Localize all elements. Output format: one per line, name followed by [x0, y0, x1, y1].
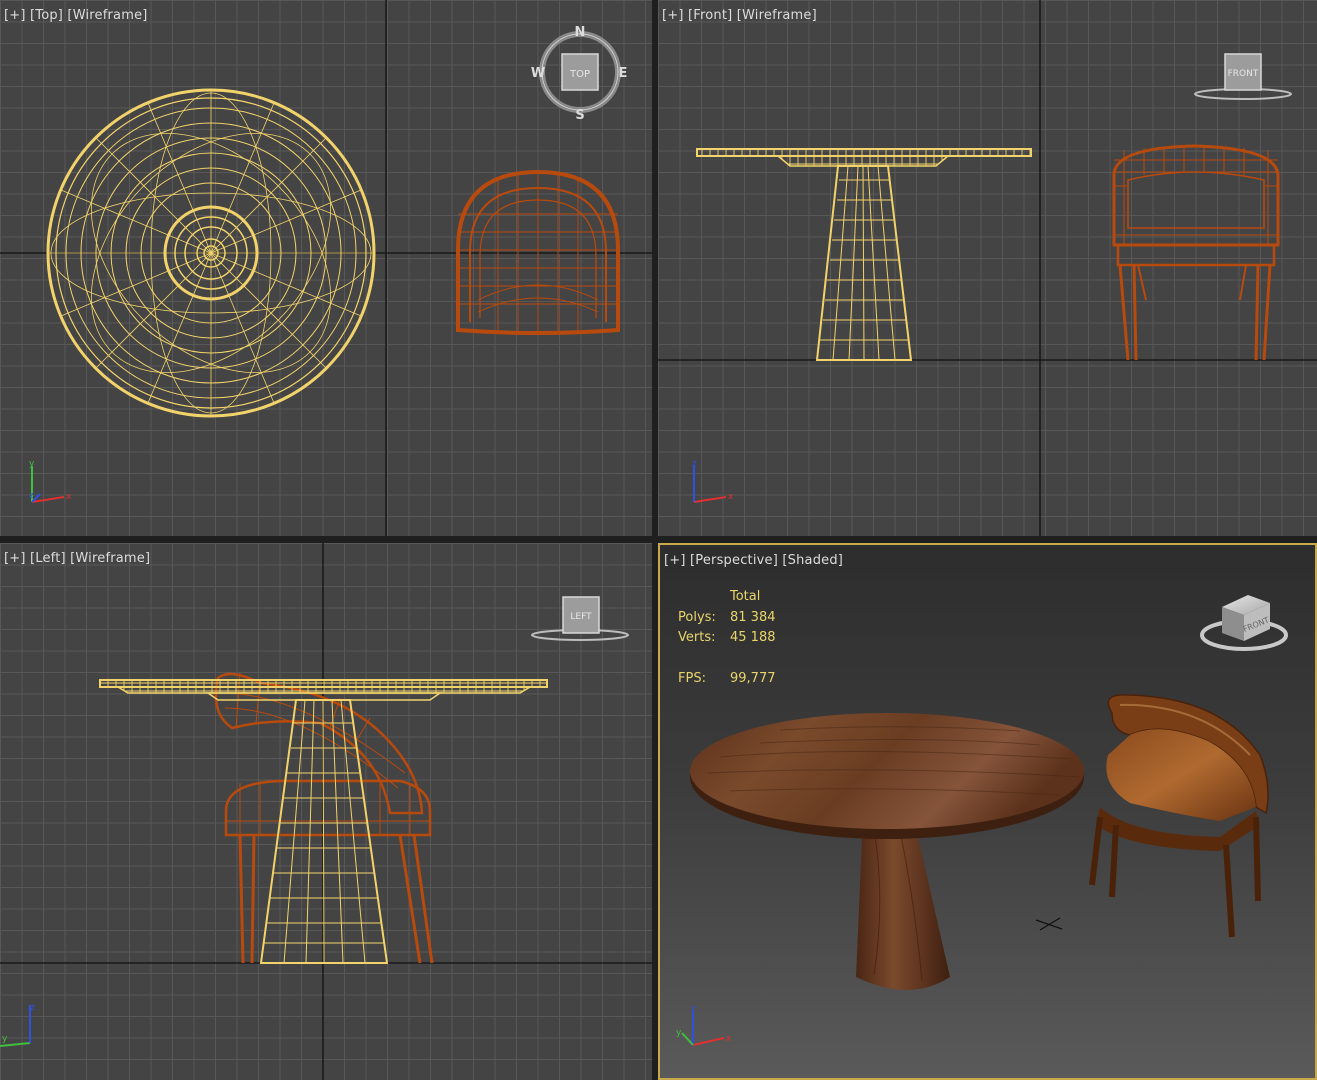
stats-polys-row: Polys: 81 384: [678, 610, 776, 631]
stats-verts-label: Verts:: [678, 630, 716, 645]
stats-verts-row: Verts: 45 188: [678, 630, 776, 651]
compass-east: E: [619, 66, 628, 81]
viewport-perspective[interactable]: FRONT x z y [+] [Perspective] [Shaded] T…: [658, 543, 1317, 1080]
viewport-label-front[interactable]: [+] [Front] [Wireframe]: [662, 8, 817, 23]
stats-header: Total: [730, 589, 761, 604]
viewport-shading-menu[interactable]: [Wireframe]: [67, 8, 147, 23]
axis-tripod-icon: z y: [0, 1003, 35, 1047]
viewport-menu-plus[interactable]: [+]: [4, 8, 26, 23]
table-wireframe-left[interactable]: [99, 679, 548, 964]
svg-text:y: y: [676, 1028, 682, 1038]
viewport-view-menu[interactable]: [Perspective]: [690, 553, 778, 568]
viewport-label-left[interactable]: [+] [Left] [Wireframe]: [4, 551, 150, 566]
viewport-menu-plus[interactable]: [+]: [662, 8, 684, 23]
stats-polys-value: 81 384: [730, 609, 776, 625]
svg-text:x: x: [726, 1034, 732, 1044]
viewcube-label[interactable]: FRONT: [1228, 69, 1259, 79]
statistics-overlay: Total Polys: 81 384 Verts: 45 188 FPS: 9…: [678, 589, 776, 691]
svg-text:z: z: [30, 1003, 35, 1013]
viewport-top[interactable]: TOP N S E W x y z [+] [Top] [Wireframe]: [0, 0, 652, 536]
chair-wireframe-front[interactable]: [1112, 144, 1280, 361]
svg-text:y: y: [29, 459, 35, 469]
svg-text:y: y: [2, 1034, 8, 1044]
pivot-gizmo-icon: [1035, 917, 1063, 931]
compass-west: W: [531, 66, 545, 81]
viewport-menu-plus[interactable]: [+]: [4, 551, 26, 566]
axis-tripod-icon: x y z: [29, 459, 72, 503]
viewport-front[interactable]: FRONT x z [+] [Front] [Wireframe]: [658, 0, 1317, 536]
svg-text:x: x: [66, 492, 72, 502]
axis-tripod-icon: x z: [692, 459, 734, 503]
stats-fps-row: FPS: 99,777: [678, 671, 776, 692]
stats-polys-label: Polys:: [678, 609, 716, 625]
table-top-wireframe[interactable]: [45, 87, 377, 419]
viewport-view-menu[interactable]: [Left]: [30, 551, 66, 566]
top-view-canvas: TOP N S E W x y z: [0, 0, 652, 536]
front-view-canvas: FRONT x z: [658, 0, 1317, 536]
table-shaded[interactable]: [690, 713, 1084, 990]
compass-south: S: [575, 108, 584, 123]
svg-text:x: x: [728, 492, 734, 502]
viewport-left[interactable]: LEFT z y [+] [Left] [Wireframe]: [0, 543, 652, 1080]
viewport-view-menu[interactable]: [Front]: [688, 8, 732, 23]
chair-shaded[interactable]: [1089, 694, 1269, 938]
viewport-view-menu[interactable]: [Top]: [30, 8, 63, 23]
viewport-shading-menu[interactable]: [Wireframe]: [70, 551, 150, 566]
svg-text:z: z: [29, 491, 34, 501]
compass-north: N: [575, 25, 586, 40]
stats-fps-label: FPS:: [678, 670, 706, 686]
viewport-label-top[interactable]: [+] [Top] [Wireframe]: [4, 8, 148, 23]
left-view-canvas: LEFT z y: [0, 543, 652, 1080]
svg-text:z: z: [691, 1004, 696, 1014]
svg-text:z: z: [692, 459, 697, 469]
viewport-shading-menu[interactable]: [Wireframe]: [737, 8, 817, 23]
axis-tripod-icon: x z y: [676, 1004, 732, 1046]
viewport-shading-menu[interactable]: [Shaded]: [782, 553, 843, 568]
table-wireframe-front[interactable]: [696, 148, 1032, 361]
viewcube-label[interactable]: TOP: [569, 69, 590, 80]
stats-verts-value: 45 188: [730, 630, 776, 645]
viewcube[interactable]: [1200, 595, 1288, 651]
viewcube-label[interactable]: LEFT: [570, 612, 592, 622]
viewport-label-perspective[interactable]: [+] [Perspective] [Shaded]: [664, 553, 843, 568]
stats-fps-value: 99,777: [730, 670, 776, 686]
viewport-menu-plus[interactable]: [+]: [664, 553, 686, 568]
